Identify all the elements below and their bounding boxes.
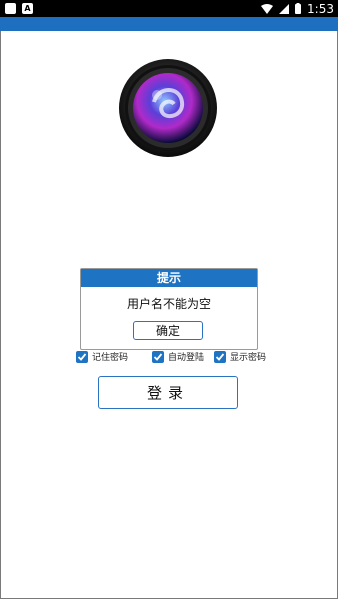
remember-password-option[interactable]: 记住密码 xyxy=(76,350,128,363)
status-right: 1:53 xyxy=(261,0,334,17)
title-bar xyxy=(0,17,338,31)
show-password-label: 显示密码 xyxy=(230,353,267,363)
notification-square-icon xyxy=(5,3,16,14)
remember-password-label: 记住密码 xyxy=(92,353,129,363)
wifi-icon xyxy=(261,0,274,18)
dialog-title: 提示 xyxy=(81,269,257,287)
notification-a-icon: A xyxy=(22,3,33,14)
dialog-message: 用户名不能为空 xyxy=(126,297,211,311)
battery-icon xyxy=(295,0,302,18)
signal-icon xyxy=(279,0,290,18)
auto-login-label: 自动登陆 xyxy=(168,353,205,363)
remember-password-checkbox[interactable] xyxy=(76,350,88,363)
status-time: 1:53 xyxy=(307,1,334,16)
show-password-option[interactable]: 显示密码 xyxy=(214,350,266,363)
show-password-checkbox[interactable] xyxy=(214,350,226,363)
auto-login-option[interactable]: 自动登陆 xyxy=(152,350,204,363)
alert-dialog: 提示 用户名不能为空 确定 xyxy=(80,268,258,350)
dialog-ok-button[interactable]: 确定 xyxy=(133,321,203,340)
status-bar: A 1:53 xyxy=(0,0,338,17)
auto-login-checkbox[interactable] xyxy=(152,350,164,363)
login-options: 记住密码 自动登陆 显示密码 xyxy=(0,350,338,366)
login-button[interactable]: 登录 xyxy=(98,376,238,409)
camera-lens-logo xyxy=(118,58,218,162)
